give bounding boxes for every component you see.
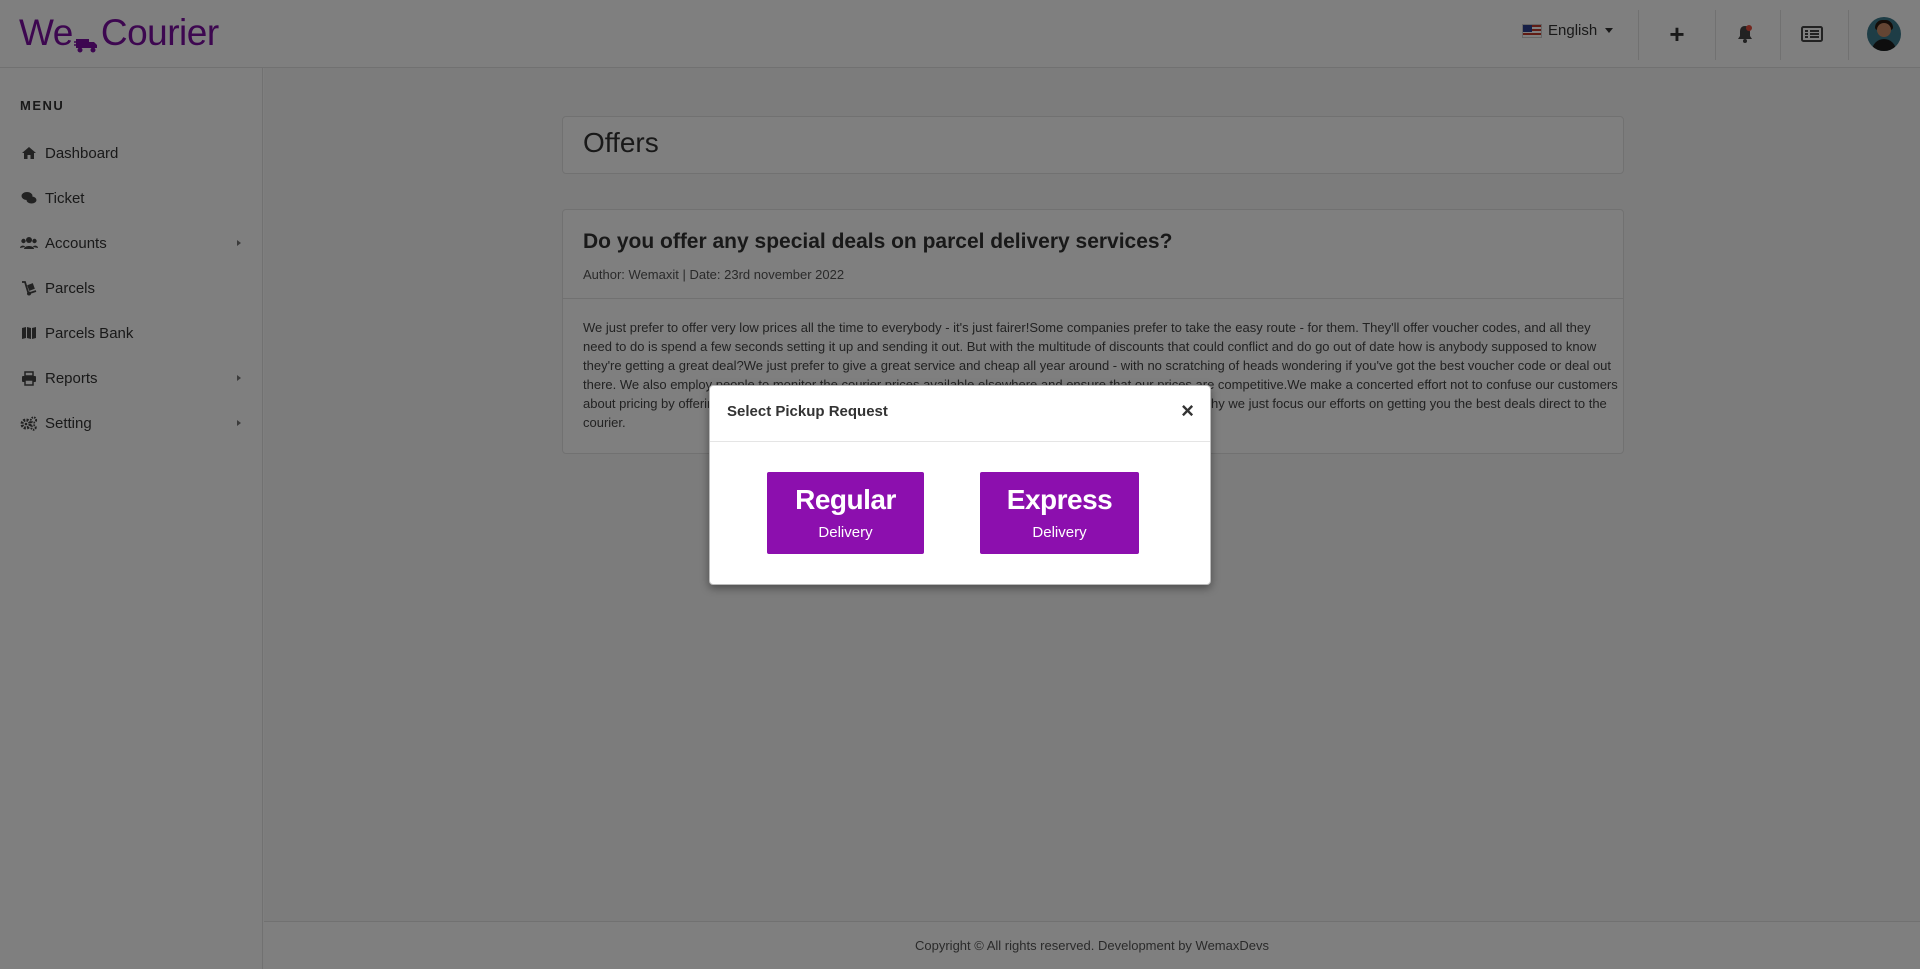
close-icon[interactable]: × bbox=[1181, 400, 1194, 422]
button-subtitle: Delivery bbox=[1032, 523, 1087, 541]
modal-title: Select Pickup Request bbox=[727, 403, 888, 420]
regular-delivery-button[interactable]: Regular Delivery bbox=[767, 472, 924, 554]
button-title: Express bbox=[1006, 483, 1113, 515]
express-delivery-button[interactable]: Express Delivery bbox=[980, 472, 1139, 554]
divider bbox=[710, 441, 1210, 442]
button-title: Regular bbox=[795, 483, 896, 515]
button-subtitle: Delivery bbox=[818, 523, 873, 541]
pickup-request-modal: Select Pickup Request × Regular Delivery… bbox=[709, 385, 1211, 585]
